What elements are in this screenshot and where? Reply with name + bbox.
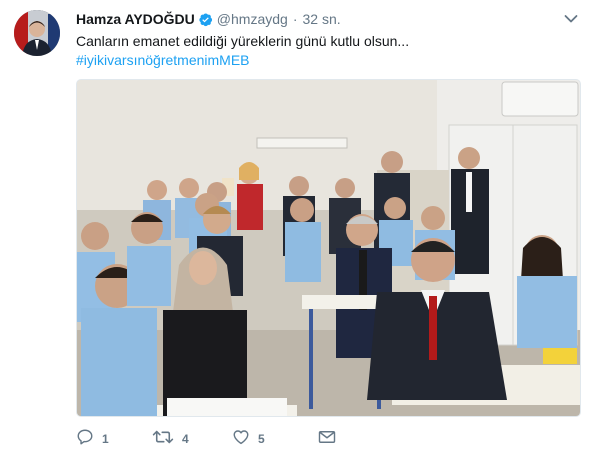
timestamp[interactable]: 32 sn. [302, 11, 340, 27]
envelope-icon [318, 429, 336, 450]
author-name[interactable]: Hamza AYDOĞDU [76, 11, 195, 27]
reply-icon [76, 428, 94, 451]
separator-dot: · [292, 11, 298, 27]
verified-badge-icon [198, 12, 213, 27]
retweet-count: 4 [182, 432, 189, 446]
heart-icon [232, 428, 250, 451]
hashtag-link[interactable]: #iyikivarsınöğretmenimMEB [76, 50, 250, 70]
avatar-image [14, 10, 60, 56]
tweet-photo[interactable] [76, 79, 581, 417]
tweet-actions: 1 4 5 [76, 428, 338, 450]
chevron-down-icon[interactable] [563, 12, 579, 26]
retweet-button[interactable]: 4 [152, 428, 232, 450]
like-button[interactable]: 5 [232, 428, 318, 450]
reply-button[interactable]: 1 [76, 428, 152, 450]
tweet-card[interactable]: Hamza AYDOĞDU @hmzaydg · 32 sn. Canların… [0, 0, 589, 463]
direct-message-button[interactable] [318, 428, 338, 450]
avatar[interactable] [14, 10, 60, 56]
tweet-text: Canların emanet edildiği yüreklerin günü… [76, 33, 410, 49]
tweet-header: Hamza AYDOĞDU @hmzaydg · 32 sn. [76, 10, 341, 28]
author-handle[interactable]: @hmzaydg [217, 11, 288, 27]
retweet-icon [152, 428, 174, 451]
reply-count: 1 [102, 432, 109, 446]
like-count: 5 [258, 432, 265, 446]
